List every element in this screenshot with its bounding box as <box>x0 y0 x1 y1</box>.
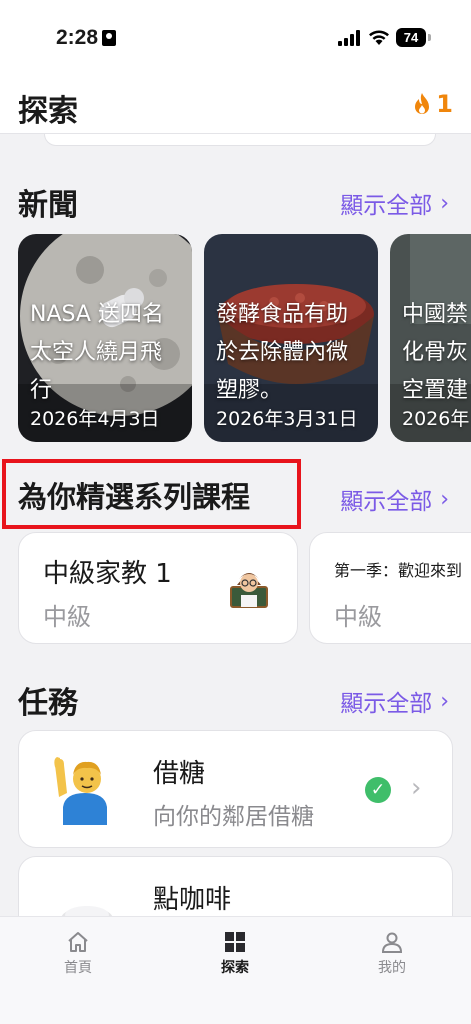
tasks-show-all-label: 顯示全部 <box>340 691 433 717</box>
news-headline: NASA 送四名太空人繞月飛行 <box>30 302 164 403</box>
tab-label: 首頁 <box>64 960 92 976</box>
chevron-right-icon: › <box>440 190 449 216</box>
chevron-right-icon: › <box>440 688 449 714</box>
news-date: 2026年3月31日 <box>216 408 358 430</box>
streak-count: 1 <box>436 90 453 118</box>
course-title: 中級家教 1 <box>43 559 172 589</box>
tab-label: 我的 <box>378 960 406 976</box>
course-title: 第一季：歡迎來到 <box>334 561 463 580</box>
news-headline: 中國禁化骨灰空置建 <box>402 302 469 403</box>
news-section-title: 新聞 <box>18 188 78 223</box>
wifi-icon <box>369 30 389 45</box>
task-card[interactable]: 借糖 向你的鄰居借糖 ✓ › <box>18 730 453 848</box>
tab-explore[interactable]: 探索 <box>190 927 280 977</box>
top-header: 探索 1 <box>0 78 471 134</box>
battery-indicator: 74 <box>396 28 426 47</box>
scrolled-card-edge <box>44 134 436 146</box>
battery-tip <box>428 34 431 41</box>
highlight-box <box>2 459 301 529</box>
grid-icon <box>225 932 245 952</box>
news-card[interactable]: NASA 送四名太空人繞月飛行 2026年4月3日 <box>18 234 192 442</box>
waving-person-icon <box>54 757 107 825</box>
person-icon <box>102 30 116 46</box>
check-icon: ✓ <box>365 777 391 803</box>
chevron-right-icon: › <box>411 773 422 803</box>
task-title: 點咖啡 <box>153 885 232 915</box>
bottom-tab-bar: 首頁 探索 我的 <box>0 916 471 1024</box>
home-icon <box>68 932 88 952</box>
courses-show-all-label: 顯示全部 <box>340 489 433 515</box>
teacher-avatar-icon <box>230 573 268 608</box>
tab-profile[interactable]: 我的 <box>347 927 437 977</box>
course-level: 中級 <box>43 603 91 631</box>
course-card[interactable]: 第一季：歡迎來到 中級 <box>309 532 471 644</box>
news-card[interactable]: 中國禁化骨灰空置建 2026年 <box>390 234 471 442</box>
tab-label: 探索 <box>221 960 249 976</box>
news-date: 2026年4月3日 <box>30 408 160 430</box>
status-time: 2:28 <box>56 26 99 49</box>
courses-show-all-link[interactable]: 顯示全部 › <box>340 482 449 516</box>
task-title: 借糖 <box>153 759 206 789</box>
news-show-all-label: 顯示全部 <box>340 193 433 219</box>
tasks-show-all-link[interactable]: 顯示全部 › <box>340 684 449 718</box>
chevron-right-icon: › <box>440 486 449 512</box>
tasks-section-title: 任務 <box>18 686 78 721</box>
news-show-all-link[interactable]: 顯示全部 › <box>340 186 449 220</box>
profile-icon <box>381 932 403 953</box>
news-date: 2026年 <box>402 408 470 430</box>
signal-icon <box>338 30 360 46</box>
streak-counter[interactable]: 1 <box>412 90 453 118</box>
course-level: 中級 <box>334 603 382 631</box>
flame-icon <box>415 93 430 114</box>
course-card[interactable]: 中級家教 1 中級 <box>18 532 298 644</box>
page-title: 探索 <box>18 94 78 129</box>
tab-home[interactable]: 首頁 <box>33 927 123 977</box>
news-card[interactable]: 發酵食品有助於去除體內微塑膠。 2026年3月31日 <box>204 234 378 442</box>
task-subtitle: 向你的鄰居借糖 <box>153 804 314 830</box>
status-bar: 2:28 74 <box>0 0 471 78</box>
news-headline: 發酵食品有助於去除體內微塑膠。 <box>216 302 349 403</box>
